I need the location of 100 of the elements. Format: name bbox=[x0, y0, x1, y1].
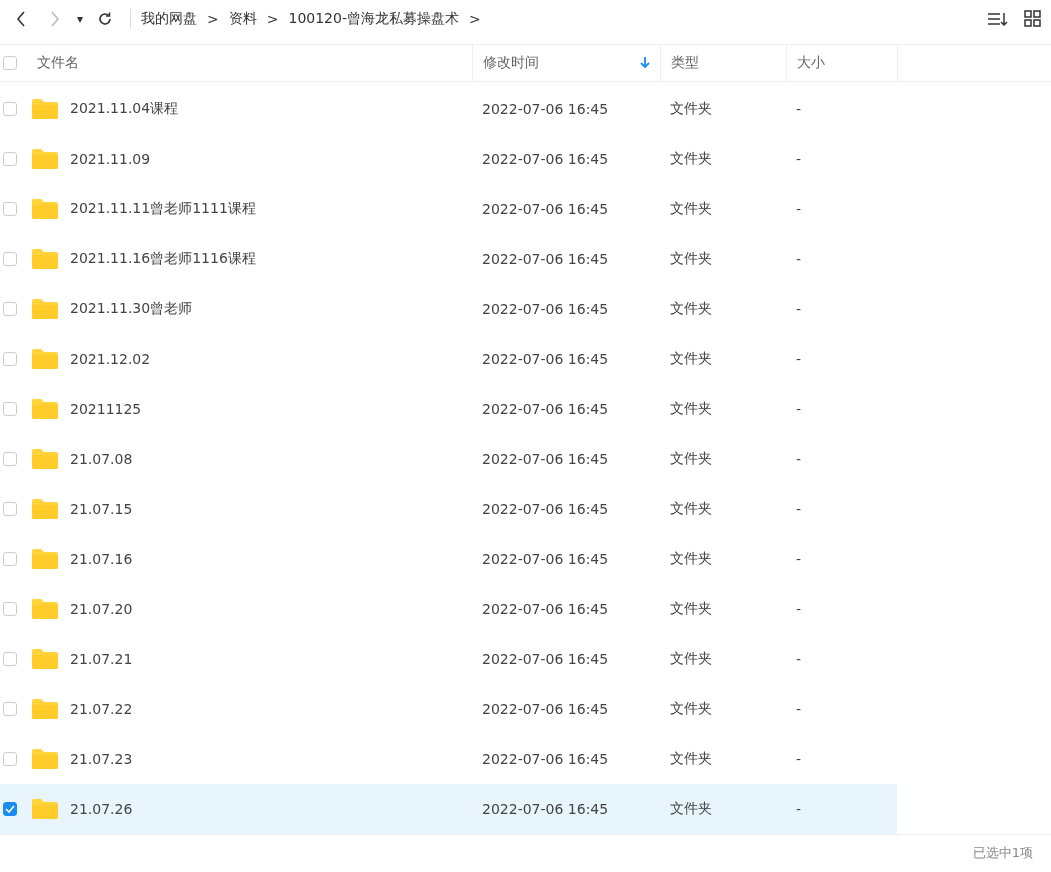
column-header[interactable]: 文件名 bbox=[37, 53, 462, 72]
checkbox[interactable] bbox=[3, 551, 17, 566]
modified-time: 2022-07-06 16:45 bbox=[482, 700, 609, 717]
file-size: - bbox=[796, 100, 802, 117]
file-size: - bbox=[796, 450, 802, 467]
folder-icon bbox=[32, 148, 58, 169]
selection-status: 已选中1项 bbox=[972, 844, 1033, 863]
modified-time: 2022-07-06 16:45 bbox=[482, 350, 609, 367]
file-name: 2021.11.09 bbox=[70, 150, 151, 167]
forward-icon[interactable] bbox=[50, 10, 60, 27]
folder-icon bbox=[32, 798, 58, 819]
modified-time: 2022-07-06 16:45 bbox=[482, 550, 609, 567]
file-name: 20211125 bbox=[70, 400, 142, 417]
checkbox[interactable] bbox=[3, 301, 17, 316]
file-size: - bbox=[796, 650, 802, 667]
checkbox[interactable] bbox=[3, 55, 17, 70]
folder-icon bbox=[32, 98, 58, 119]
modified-time: 2022-07-06 16:45 bbox=[482, 450, 609, 467]
column-header[interactable]: 大小 bbox=[797, 53, 887, 72]
file-type: 文件夹 bbox=[670, 749, 712, 768]
folder-icon bbox=[32, 248, 58, 269]
file-type: 文件夹 bbox=[670, 249, 712, 268]
checkbox[interactable] bbox=[3, 601, 17, 616]
file-name: 21.07.08 bbox=[70, 450, 133, 467]
file-row[interactable]: 21.07.26 2022-07-06 16:45 文件夹 - bbox=[0, 783, 897, 834]
file-type: 文件夹 bbox=[670, 199, 712, 218]
modified-time: 2022-07-06 16:45 bbox=[482, 500, 609, 517]
breadcrumb-separator: > bbox=[468, 10, 481, 27]
folder-icon bbox=[32, 598, 58, 619]
file-name: 21.07.21 bbox=[70, 650, 133, 667]
modified-time: 2022-07-06 16:45 bbox=[482, 650, 609, 667]
modified-time: 2022-07-06 16:45 bbox=[482, 100, 609, 117]
checkbox[interactable] bbox=[3, 401, 17, 416]
folder-icon bbox=[32, 748, 58, 769]
file-size: - bbox=[796, 400, 802, 417]
file-name: 21.07.20 bbox=[70, 600, 133, 617]
file-size: - bbox=[796, 350, 802, 367]
checkbox[interactable] bbox=[3, 501, 17, 516]
modified-time: 2022-07-06 16:45 bbox=[482, 150, 609, 167]
folder-icon bbox=[32, 648, 58, 669]
file-size: - bbox=[796, 150, 802, 167]
folder-icon bbox=[32, 348, 58, 369]
folder-icon bbox=[32, 448, 58, 469]
column-header[interactable]: 类型 bbox=[671, 53, 776, 72]
checkbox[interactable] bbox=[3, 251, 17, 266]
modified-time: 2022-07-06 16:45 bbox=[482, 800, 609, 817]
file-type: 文件夹 bbox=[670, 449, 712, 468]
file-name: 2021.11.30曾老师 bbox=[70, 299, 193, 318]
folder-icon bbox=[32, 398, 58, 419]
file-type: 文件夹 bbox=[670, 699, 712, 718]
breadcrumb-separator: > bbox=[207, 10, 219, 27]
checkbox[interactable] bbox=[3, 151, 17, 166]
file-size: - bbox=[796, 600, 802, 617]
modified-time: 2022-07-06 16:45 bbox=[482, 250, 609, 267]
file-name: 21.07.26 bbox=[70, 800, 133, 817]
file-size: - bbox=[796, 700, 802, 717]
file-type: 文件夹 bbox=[670, 349, 712, 368]
file-name: 2021.12.02 bbox=[70, 350, 151, 367]
folder-icon bbox=[32, 498, 58, 519]
file-size: - bbox=[796, 250, 802, 267]
back-icon[interactable] bbox=[16, 10, 26, 27]
file-size: - bbox=[796, 500, 802, 517]
file-name: 21.07.16 bbox=[70, 550, 133, 567]
file-size: - bbox=[796, 750, 802, 767]
file-name: 21.07.23 bbox=[70, 750, 133, 767]
history-dropdown[interactable]: ▾ bbox=[74, 7, 86, 30]
file-name: 21.07.22 bbox=[70, 700, 133, 717]
folder-icon bbox=[32, 298, 58, 319]
modified-time: 2022-07-06 16:45 bbox=[482, 400, 609, 417]
modified-time: 2022-07-06 16:45 bbox=[482, 750, 609, 767]
breadcrumb-link[interactable]: 100120-曾海龙私募操盘术 bbox=[288, 9, 459, 28]
file-size: - bbox=[796, 550, 802, 567]
file-name: 2021.11.11曾老师1111课程 bbox=[70, 199, 256, 218]
file-type: 文件夹 bbox=[670, 799, 712, 818]
file-type: 文件夹 bbox=[670, 149, 712, 168]
checkbox[interactable] bbox=[3, 101, 17, 116]
file-name: 2021.11.04课程 bbox=[70, 99, 179, 118]
file-type: 文件夹 bbox=[670, 549, 712, 568]
file-size: - bbox=[796, 300, 802, 317]
folder-icon bbox=[32, 548, 58, 569]
file-type: 文件夹 bbox=[670, 99, 712, 118]
checkbox[interactable] bbox=[3, 451, 17, 466]
file-type: 文件夹 bbox=[670, 399, 712, 418]
breadcrumb-link[interactable]: 资料 bbox=[228, 9, 257, 28]
file-size: - bbox=[796, 200, 802, 217]
checkbox[interactable] bbox=[3, 801, 17, 816]
file-type: 文件夹 bbox=[670, 599, 712, 618]
file-name: 2021.11.16曾老师1116课程 bbox=[70, 249, 256, 268]
checkbox[interactable] bbox=[3, 351, 17, 366]
column-header[interactable]: 修改时间 bbox=[483, 53, 640, 72]
file-type: 文件夹 bbox=[670, 499, 712, 518]
checkbox[interactable] bbox=[3, 201, 17, 216]
folder-icon bbox=[32, 198, 58, 219]
checkbox[interactable] bbox=[3, 751, 17, 766]
file-type: 文件夹 bbox=[670, 299, 712, 318]
breadcrumb-separator: > bbox=[266, 10, 279, 27]
checkbox[interactable] bbox=[3, 651, 17, 666]
breadcrumb-link[interactable]: 我的网盘 bbox=[141, 9, 197, 28]
modified-time: 2022-07-06 16:45 bbox=[482, 200, 609, 217]
checkbox[interactable] bbox=[3, 701, 17, 716]
